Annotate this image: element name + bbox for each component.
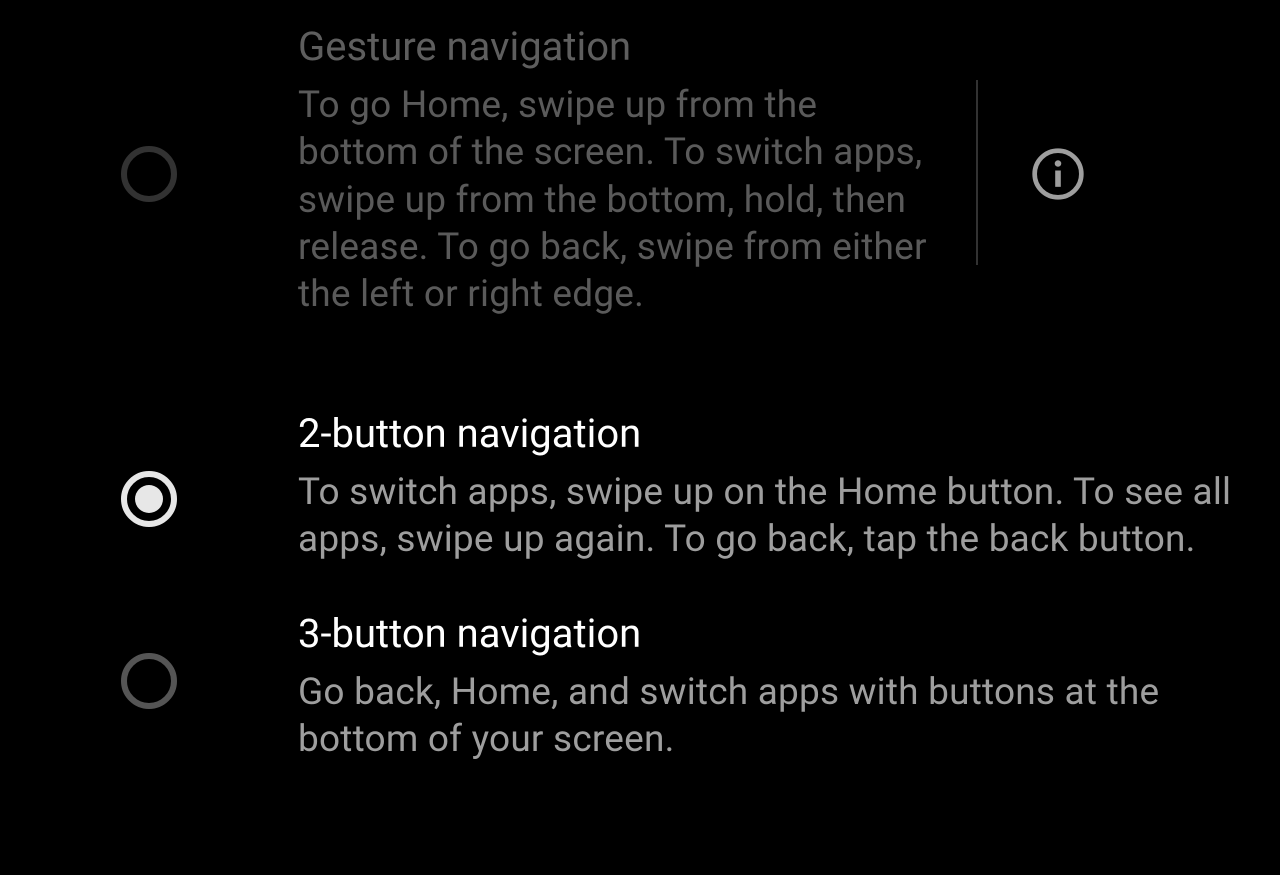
option-description: Go back, Home, and switch apps with butt… xyxy=(298,669,1250,764)
info-col xyxy=(978,22,1138,202)
navigation-options-list: Gesture navigation To go Home, swipe up … xyxy=(0,0,1280,773)
option-title: 3-button navigation xyxy=(298,609,1250,659)
option-title: 2-button navigation xyxy=(298,409,1250,459)
option-description: To go Home, swipe up from the bottom of … xyxy=(298,82,932,319)
option-3-button-navigation[interactable]: 3-button navigation Go back, Home, and s… xyxy=(0,599,1280,774)
option-text: Gesture navigation To go Home, swipe up … xyxy=(298,22,962,319)
option-2-button-navigation[interactable]: 2-button navigation To switch apps, swip… xyxy=(0,399,1280,599)
radio-2-button[interactable] xyxy=(121,471,177,527)
option-title: Gesture navigation xyxy=(298,22,932,72)
option-description: To switch apps, swipe up on the Home but… xyxy=(298,469,1250,564)
radio-3-button[interactable] xyxy=(121,653,177,709)
radio-gesture[interactable] xyxy=(121,146,177,202)
radio-col xyxy=(0,22,298,202)
radio-col xyxy=(0,409,298,527)
option-text: 3-button navigation Go back, Home, and s… xyxy=(298,609,1280,764)
option-gesture-navigation[interactable]: Gesture navigation To go Home, swipe up … xyxy=(0,12,1280,399)
radio-col xyxy=(0,609,298,709)
option-text: 2-button navigation To switch apps, swip… xyxy=(298,409,1280,564)
info-icon[interactable] xyxy=(1030,146,1086,202)
